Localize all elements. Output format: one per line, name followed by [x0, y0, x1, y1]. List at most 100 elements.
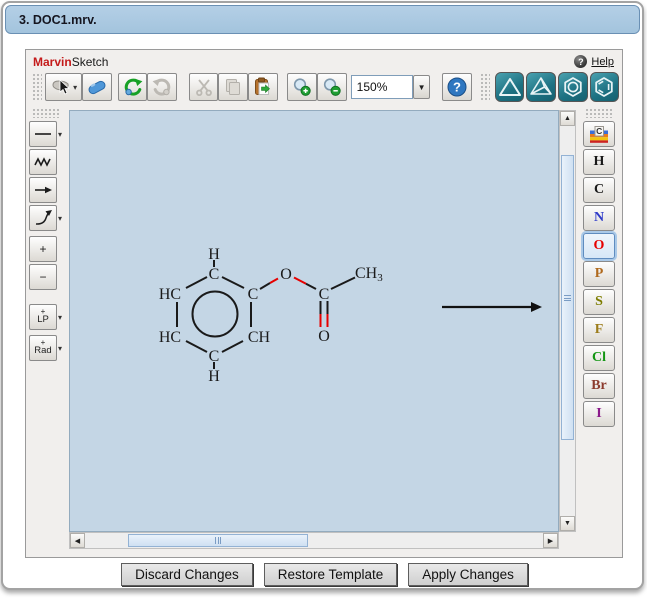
zoom-out-icon: [323, 78, 341, 96]
toolbar-grip[interactable]: [479, 73, 490, 101]
chevron-down-icon[interactable]: ▾: [58, 344, 62, 353]
molecule-phenyl-acetate[interactable]: H C HC HC C H C CH O C O CH3: [159, 246, 383, 385]
help-link[interactable]: Help: [591, 56, 614, 68]
element-symbol: C: [593, 182, 605, 197]
lone-pair-tool-button[interactable]: + LP: [29, 304, 57, 330]
atom-label-c[interactable]: C: [319, 286, 330, 303]
element-button-f[interactable]: F: [583, 317, 615, 343]
increase-charge-button[interactable]: +: [29, 236, 57, 262]
help-badge-icon: ?: [574, 55, 588, 68]
element-button-i[interactable]: I: [583, 401, 615, 427]
element-button-c[interactable]: C: [583, 177, 615, 203]
periodic-table-button[interactable]: C: [583, 121, 615, 147]
footer-actions: Discard Changes Restore Template Apply C…: [3, 563, 646, 586]
atom-label-ch3[interactable]: CH3: [355, 265, 383, 284]
toolbar-grip[interactable]: [585, 108, 613, 118]
selection-tool-button[interactable]: ▾: [44, 73, 83, 101]
atom-label-hc[interactable]: HC: [159, 286, 181, 303]
plus-label: +: [39, 242, 47, 256]
atom-label-o[interactable]: O: [280, 266, 292, 283]
atom-label-hc[interactable]: HC: [159, 329, 181, 346]
element-button-s[interactable]: S: [583, 289, 615, 315]
chain-tool-button[interactable]: [29, 149, 57, 175]
atom-label-c[interactable]: C: [248, 286, 259, 303]
element-button-br[interactable]: Br: [583, 373, 615, 399]
template-tetrahedron-button[interactable]: [526, 72, 556, 102]
element-button-p[interactable]: P: [583, 261, 615, 287]
element-symbol: N: [593, 210, 605, 225]
undo-button[interactable]: [117, 73, 148, 101]
atom-label-h[interactable]: H: [208, 246, 220, 263]
scroll-right-button[interactable]: ▶: [543, 533, 558, 548]
toolbar-grip[interactable]: [32, 108, 60, 118]
element-button-h[interactable]: H: [583, 149, 615, 175]
zoom-dropdown-button[interactable]: ▼: [412, 75, 431, 99]
element-button-o[interactable]: O: [583, 233, 615, 259]
zoom-level-input[interactable]: [350, 75, 413, 99]
bond-tool-button[interactable]: [29, 121, 57, 147]
radical-label: Rad: [34, 345, 52, 356]
help-button[interactable]: ?: [442, 73, 472, 101]
atom-label-c[interactable]: C: [209, 348, 220, 365]
atom-label-o[interactable]: O: [318, 328, 330, 345]
paste-button[interactable]: [248, 73, 278, 101]
apply-changes-button[interactable]: Apply Changes: [408, 563, 528, 586]
element-symbol: P: [594, 266, 604, 281]
element-button-cl[interactable]: Cl: [583, 345, 615, 371]
undo-icon: [124, 78, 143, 96]
discard-changes-button[interactable]: Discard Changes: [121, 563, 253, 586]
curved-arrow-icon: [35, 210, 52, 225]
template-cyclopropane-button[interactable]: [494, 72, 525, 102]
element-button-n[interactable]: N: [583, 205, 615, 231]
element-symbol: S: [595, 294, 603, 309]
brand-marvin: Marvin: [33, 54, 72, 69]
chevron-down-icon[interactable]: ▾: [58, 130, 62, 139]
benzene-ring[interactable]: H C HC HC C H C CH: [159, 246, 271, 385]
scroll-left-button[interactable]: ◀: [70, 533, 85, 548]
horizontal-scroll-thumb[interactable]: [128, 534, 308, 547]
chevron-down-icon[interactable]: ▾: [58, 313, 62, 322]
scroll-down-button[interactable]: ▼: [560, 516, 575, 531]
element-symbol: H: [593, 154, 605, 169]
eraser-button[interactable]: [82, 73, 112, 101]
electron-flow-tool-button[interactable]: [29, 205, 57, 231]
atom-label-h[interactable]: H: [208, 368, 220, 385]
reaction-arrow-tool-button[interactable]: [29, 177, 57, 203]
dialog-frame: 3. DOC1.mrv. Marvin Sketch ? Help ▾ 150%…: [1, 1, 644, 590]
lone-pair-label: LP: [37, 314, 49, 325]
cut-button[interactable]: [188, 73, 219, 101]
reaction-arrow[interactable]: [442, 302, 542, 312]
zoom-in-icon: [294, 78, 311, 96]
canvas-area: H C HC HC C H C CH O C O CH3 ▲ ▼ ◀ ▶: [69, 110, 576, 549]
radical-tool-button[interactable]: + Rad: [29, 335, 57, 361]
benzene-kekule-template-icon: [595, 77, 613, 97]
toolbar-grip[interactable]: [32, 73, 42, 101]
redo-icon: [152, 78, 171, 96]
atom-label-ch[interactable]: CH: [248, 329, 271, 346]
sketch-canvas[interactable]: H C HC HC C H C CH O C O CH3: [69, 110, 559, 532]
minus-label: −: [39, 270, 47, 284]
tetrahedron-template-icon: [530, 77, 552, 95]
vertical-scroll-thumb[interactable]: [561, 155, 574, 440]
left-toolbar: ▾ ▾ + − + LP ▾ + Rad ▾: [26, 104, 69, 362]
chain-icon: [34, 157, 51, 167]
copy-button[interactable]: [218, 73, 249, 101]
applet-header: Marvin Sketch ? Help: [26, 50, 622, 70]
element-toolbar: C H C N O P S F Cl Br I: [576, 104, 622, 428]
scissors-icon: [195, 79, 212, 96]
periodic-table-icon: C: [590, 125, 608, 143]
zoom-in-button[interactable]: [287, 73, 318, 101]
atom-label-c[interactable]: C: [209, 266, 220, 283]
template-benzene-aromatic-button[interactable]: [557, 72, 588, 102]
scroll-up-button[interactable]: ▲: [560, 111, 575, 126]
redo-button[interactable]: [147, 73, 178, 101]
horizontal-scrollbar[interactable]: ◀ ▶: [69, 532, 559, 549]
template-benzene-kekule-button[interactable]: [589, 72, 620, 102]
zoom-out-button[interactable]: [317, 73, 347, 101]
acetate-group[interactable]: O C O CH3: [259, 265, 383, 345]
restore-template-button[interactable]: Restore Template: [263, 563, 398, 586]
decrease-charge-button[interactable]: −: [29, 264, 57, 290]
chevron-down-icon[interactable]: ▾: [58, 214, 62, 223]
selection-lasso-icon: [52, 79, 71, 95]
vertical-scrollbar[interactable]: ▲ ▼: [559, 110, 576, 532]
